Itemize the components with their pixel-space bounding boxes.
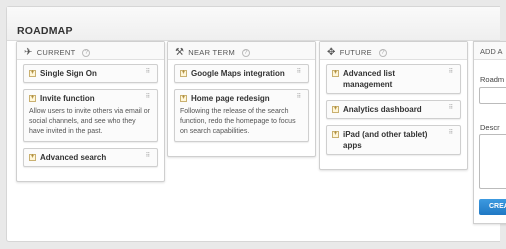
roadmap-card[interactable]: + Single Sign On ⠿	[23, 64, 158, 83]
drag-handle-icon[interactable]: ⠿	[146, 69, 150, 75]
card-title: Home page redesign	[191, 94, 270, 103]
drag-handle-icon[interactable]: ⠿	[146, 94, 150, 100]
form-header: ADD A	[474, 42, 506, 60]
signpost-icon: ✥	[327, 46, 336, 58]
column-title: CURRENT	[36, 48, 76, 57]
column-title: NEAR TERM	[188, 48, 235, 57]
roadmap-card[interactable]: + Analytics dashboard ⠿	[326, 100, 461, 119]
description-label: Descr	[480, 123, 500, 132]
card-title: iPad (and other tablet) apps	[343, 130, 428, 150]
drag-handle-icon[interactable]: ⠿	[449, 69, 453, 75]
drag-handle-icon[interactable]: ⠿	[449, 130, 453, 136]
drag-handle-icon[interactable]: ⠿	[449, 105, 453, 111]
panel-header: ROADMAP	[7, 7, 500, 41]
pin-icon: ✈	[24, 46, 33, 58]
card-title: Analytics dashboard	[343, 105, 422, 114]
expand-icon[interactable]: +	[29, 70, 36, 77]
expand-icon[interactable]: +	[332, 106, 339, 113]
drag-handle-icon[interactable]: ⠿	[297, 69, 301, 75]
roadmap-card[interactable]: + Advanced search ⠿	[23, 148, 158, 167]
expand-icon[interactable]: +	[332, 70, 339, 77]
collapse-icon[interactable]: +	[180, 95, 187, 102]
add-roadmap-form: ADD A Roadm Descr CREA	[473, 41, 506, 224]
expand-icon[interactable]: +	[29, 154, 36, 161]
help-icon[interactable]: ?	[242, 48, 250, 57]
drag-handle-icon[interactable]: ⠿	[146, 153, 150, 159]
card-description: Following the release of the search func…	[180, 108, 296, 135]
card-title: Single Sign On	[40, 69, 97, 78]
column-current: ✈ CURRENT ? + Single Sign On ⠿ + Invite …	[16, 41, 165, 182]
name-input[interactable]	[479, 87, 506, 104]
help-icon[interactable]: ?	[378, 48, 387, 57]
name-label: Roadm	[480, 75, 505, 84]
card-title: Advanced search	[40, 153, 107, 162]
collapse-icon[interactable]: +	[29, 95, 36, 102]
column-title: FUTURE	[339, 48, 372, 57]
column-near-term: ⚒ NEAR TERM ? + Google Maps integration …	[167, 41, 316, 157]
help-icon[interactable]: ?	[82, 48, 91, 57]
column-header: ✥ FUTURE ?	[320, 42, 467, 60]
column-header: ✈ CURRENT ?	[17, 42, 164, 60]
expand-icon[interactable]: +	[180, 70, 187, 77]
panel-title: ROADMAP	[17, 25, 73, 37]
description-textarea[interactable]	[479, 134, 506, 189]
expand-icon[interactable]: +	[332, 131, 339, 138]
drag-handle-icon[interactable]: ⠿	[297, 94, 301, 100]
card-title: Google Maps integration	[191, 69, 285, 78]
roadmap-card[interactable]: + Home page redesign ⠿ Following the rel…	[174, 89, 309, 142]
card-title: Invite function	[40, 94, 95, 103]
card-title: Advanced list management	[343, 69, 396, 89]
column-header: ⚒ NEAR TERM ?	[168, 42, 315, 60]
column-future: ✥ FUTURE ? + Advanced list management ⠿ …	[319, 41, 468, 170]
wrench-icon: ⚒	[175, 46, 185, 58]
roadmap-card[interactable]: + Google Maps integration ⠿	[174, 64, 309, 83]
roadmap-card[interactable]: + Advanced list management ⠿	[326, 64, 461, 94]
card-description: Allow users to invite others via email o…	[29, 108, 150, 135]
create-button[interactable]: CREA	[479, 199, 506, 215]
roadmap-card[interactable]: + Invite function ⠿ Allow users to invit…	[23, 89, 158, 142]
roadmap-card[interactable]: + iPad (and other tablet) apps ⠿	[326, 125, 461, 155]
